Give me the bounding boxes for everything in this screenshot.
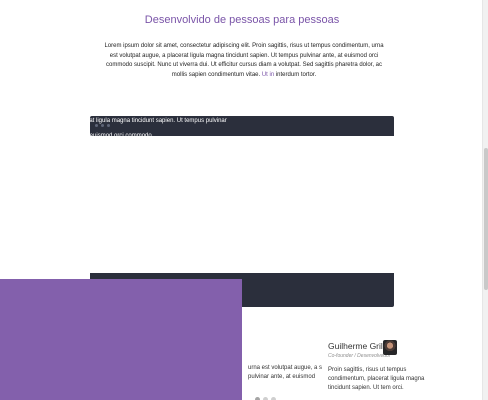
team-heading: Nosso time: [68, 64, 117, 74]
intro-link[interactable]: Ut in: [262, 72, 274, 78]
intro-text-end: interdum tortor.: [275, 71, 317, 78]
testimonial-text: urna est volutpat augue, a s pulvinar an…: [248, 365, 323, 380]
scrollbar[interactable]: [482, 0, 488, 400]
team-member-role: Co-founder / Desenvolvedor: [328, 353, 391, 359]
scrollbar-thumb[interactable]: [484, 148, 488, 290]
section-title: Desenvolvido de pessoas para pessoas: [144, 14, 340, 26]
team-panel: [0, 279, 242, 400]
team-member-name: Guilherme Grillo: [328, 341, 390, 351]
intro-text: Lorem ipsum dolor sit amet, consectetur …: [104, 43, 384, 78]
team-member-bio: Proin sagittis, risus ut tempus condimen…: [328, 367, 425, 391]
avatar: [383, 340, 397, 355]
intro-paragraph: Lorem ipsum dolor sit amet, consectetur …: [104, 42, 384, 80]
team-description: Lorem ipsum dolor sit amet, consectetur …: [68, 88, 237, 139]
